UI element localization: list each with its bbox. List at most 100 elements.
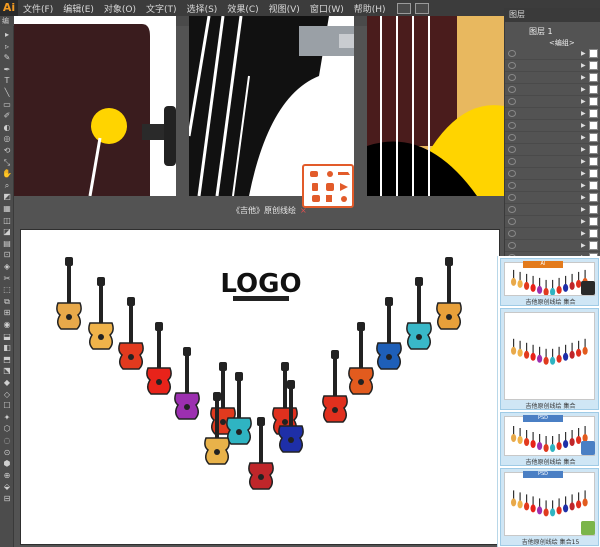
tool-icon-31[interactable]: ◇ xyxy=(2,390,12,399)
menu-item-7[interactable]: 窗口(W) xyxy=(305,2,349,15)
tool-icon-10[interactable]: ⟲ xyxy=(2,146,12,155)
layer-row[interactable]: ▶ xyxy=(505,72,600,84)
artboard[interactable]: LOGO xyxy=(20,229,500,545)
expand-arrow-icon[interactable]: ▶ xyxy=(581,182,586,189)
layer-row[interactable]: ▶ xyxy=(505,180,600,192)
tool-icon-29[interactable]: ⬔ xyxy=(2,366,12,375)
layer-row[interactable]: ▶ xyxy=(505,204,600,216)
expand-arrow-icon[interactable]: ▶ xyxy=(581,50,586,57)
tool-icon-6[interactable]: ▭ xyxy=(2,100,12,109)
gallery-card[interactable]: PSD 吉他原创线绘 集合 xyxy=(500,412,599,466)
eye-icon[interactable] xyxy=(508,230,516,237)
tool-icon-30[interactable]: ◆ xyxy=(2,378,12,387)
tool-icon-11[interactable]: ⤡ xyxy=(2,158,12,167)
layer-row[interactable]: ▶ xyxy=(505,120,600,132)
eye-icon[interactable] xyxy=(508,134,516,141)
layer-row[interactable]: ▶ xyxy=(505,240,600,252)
expand-arrow-icon[interactable]: ▶ xyxy=(581,122,586,129)
tool-icon-17[interactable]: ◪ xyxy=(2,227,12,236)
expand-arrow-icon[interactable]: ▶ xyxy=(581,194,586,201)
tool-icon-3[interactable]: ✒ xyxy=(2,65,12,74)
tool-icon-18[interactable]: ▤ xyxy=(2,239,12,248)
menu-item-4[interactable]: 选择(S) xyxy=(182,2,223,15)
tool-icon-37[interactable]: ⬢ xyxy=(2,459,12,468)
expand-arrow-icon[interactable]: ▶ xyxy=(581,230,586,237)
eye-icon[interactable] xyxy=(508,74,516,81)
menu-item-0[interactable]: 文件(F) xyxy=(18,2,58,15)
tool-icon-26[interactable]: ⬓ xyxy=(2,332,12,341)
layer-row[interactable]: ▶ xyxy=(505,132,600,144)
menu-item-2[interactable]: 对象(O) xyxy=(99,2,141,15)
expand-arrow-icon[interactable]: ▶ xyxy=(581,170,586,177)
eye-icon[interactable] xyxy=(508,242,516,249)
eye-icon[interactable] xyxy=(508,86,516,93)
tool-icon-16[interactable]: ◫ xyxy=(2,216,12,225)
tool-icon-13[interactable]: ⌕ xyxy=(2,181,12,190)
eye-icon[interactable] xyxy=(508,146,516,153)
layer-row[interactable]: ▶ xyxy=(505,228,600,240)
menu-item-5[interactable]: 效果(C) xyxy=(222,2,263,15)
tool-icon-8[interactable]: ◐ xyxy=(2,123,12,132)
tool-icon-38[interactable]: ⊕ xyxy=(2,471,12,480)
eye-icon[interactable] xyxy=(508,182,516,189)
expand-arrow-icon[interactable]: ▶ xyxy=(581,62,586,69)
layer-row[interactable]: ▶ xyxy=(505,48,600,60)
eye-icon[interactable] xyxy=(508,194,516,201)
layer-row[interactable]: ▶ xyxy=(505,168,600,180)
gallery-card[interactable]: AI 吉他原创线绘 集合 xyxy=(500,258,599,306)
eye-icon[interactable] xyxy=(508,206,516,213)
tool-icon-23[interactable]: ⧉ xyxy=(2,297,12,306)
menu-item-8[interactable]: 帮助(H) xyxy=(349,2,391,15)
layer-name[interactable]: 图层 1 xyxy=(529,26,553,37)
layer-row[interactable]: ▶ xyxy=(505,144,600,156)
menu-item-6[interactable]: 视图(V) xyxy=(264,2,305,15)
expand-arrow-icon[interactable]: ▶ xyxy=(581,74,586,81)
menu-item-3[interactable]: 文字(T) xyxy=(141,2,182,15)
expand-arrow-icon[interactable]: ▶ xyxy=(581,206,586,213)
tool-icon-39[interactable]: ⬙ xyxy=(2,482,12,491)
expand-arrow-icon[interactable]: ▶ xyxy=(581,242,586,249)
gallery-card[interactable]: PSD 吉他原创线绘 集合15 xyxy=(500,468,599,546)
layer-row[interactable]: ▶ xyxy=(505,156,600,168)
layers-tab[interactable]: 图层 xyxy=(505,8,600,22)
eye-icon[interactable] xyxy=(508,110,516,117)
tool-icon-7[interactable]: ✐ xyxy=(2,111,12,120)
tool-icon-21[interactable]: ✂ xyxy=(2,274,12,283)
expand-arrow-icon[interactable]: ▶ xyxy=(581,110,586,117)
tool-icon-9[interactable]: ◎ xyxy=(2,134,12,143)
gallery-card[interactable]: 吉他原创线绘 集合 xyxy=(500,308,599,410)
expand-arrow-icon[interactable]: ▶ xyxy=(581,98,586,105)
tool-icon-28[interactable]: ⬒ xyxy=(2,355,12,364)
bridge-icon[interactable] xyxy=(396,2,411,14)
eye-icon[interactable] xyxy=(508,50,516,57)
expand-arrow-icon[interactable]: ▶ xyxy=(581,86,586,93)
expand-arrow-icon[interactable]: ▶ xyxy=(581,134,586,141)
tool-icon-0[interactable]: ▸ xyxy=(2,30,12,39)
tool-icon-14[interactable]: ◩ xyxy=(2,192,12,201)
tool-icon-34[interactable]: ⬡ xyxy=(2,424,12,433)
tool-icon-1[interactable]: ▹ xyxy=(2,42,12,51)
close-icon[interactable]: × xyxy=(300,206,307,215)
tool-icon-2[interactable]: ✎ xyxy=(2,53,12,62)
tool-icon-5[interactable]: ╲ xyxy=(2,88,12,97)
menu-item-1[interactable]: 编辑(E) xyxy=(58,2,99,15)
tool-icon-40[interactable]: ⊟ xyxy=(2,494,12,503)
tool-icon-4[interactable]: T xyxy=(2,76,12,85)
layer-row[interactable]: ▶ xyxy=(505,108,600,120)
eye-icon[interactable] xyxy=(508,62,516,69)
eye-icon[interactable] xyxy=(508,170,516,177)
expand-arrow-icon[interactable]: ▶ xyxy=(581,218,586,225)
tool-icon-24[interactable]: ⊞ xyxy=(2,308,12,317)
tool-icon-22[interactable]: ⬚ xyxy=(2,285,12,294)
tool-icon-19[interactable]: ⊡ xyxy=(2,250,12,259)
tool-icon-15[interactable]: ▦ xyxy=(2,204,12,213)
expand-arrow-icon[interactable]: ▶ xyxy=(581,146,586,153)
layer-row[interactable]: ▶ xyxy=(505,216,600,228)
layer-row[interactable]: ▶ xyxy=(505,96,600,108)
tool-icon-32[interactable]: ☐ xyxy=(2,401,12,410)
layer-row[interactable]: ▶ xyxy=(505,60,600,72)
tool-icon-20[interactable]: ◈ xyxy=(2,262,12,271)
sublayer-name[interactable]: <编组> xyxy=(549,38,575,48)
layer-row[interactable]: ▶ xyxy=(505,192,600,204)
layer-row[interactable]: ▶ xyxy=(505,84,600,96)
